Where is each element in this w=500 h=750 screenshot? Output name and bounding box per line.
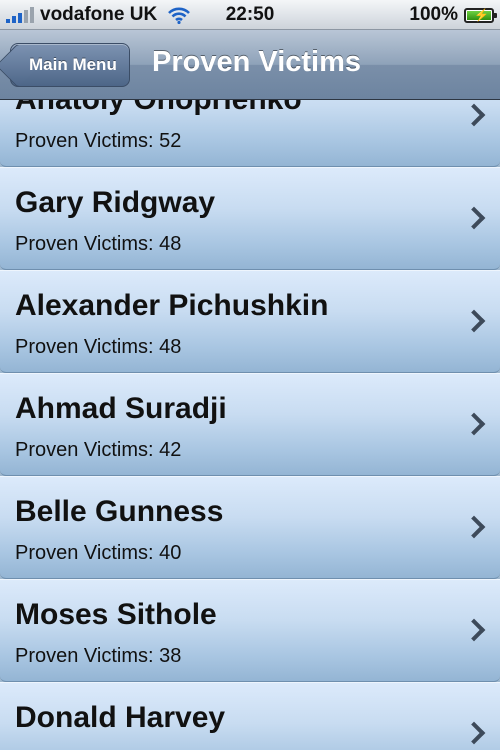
list-item-detail: Proven Victims: 48 bbox=[15, 233, 182, 255]
list-item-detail: Proven Victims: 38 bbox=[15, 645, 182, 667]
navigation-bar: Main Menu Proven Victims bbox=[0, 30, 500, 100]
list-item-name: Gary Ridgway bbox=[15, 186, 216, 219]
chevron-right-icon bbox=[462, 618, 486, 642]
list-item[interactable]: Anatoly Onoprienko Proven Victims: 52 bbox=[0, 100, 500, 167]
list-item-name: Anatoly Onoprienko bbox=[15, 100, 302, 117]
list-item[interactable]: Alexander Pichushkin Proven Victims: 48 bbox=[0, 270, 500, 373]
chevron-right-icon bbox=[462, 515, 486, 539]
chevron-right-icon bbox=[462, 412, 486, 436]
battery-charging-icon: ⚡ bbox=[464, 7, 497, 23]
chevron-right-icon bbox=[462, 721, 486, 745]
list-item[interactable]: Ahmad Suradji Proven Victims: 42 bbox=[0, 373, 500, 476]
chevron-right-icon bbox=[462, 206, 486, 230]
chevron-right-icon bbox=[462, 309, 486, 333]
list-item-detail: Proven Victims: 48 bbox=[15, 336, 182, 358]
list-item[interactable]: Gary Ridgway Proven Victims: 48 bbox=[0, 167, 500, 270]
list-item-name: Moses Sithole bbox=[15, 598, 217, 631]
status-bar: vodafone UK 22:50 100% ⚡ bbox=[0, 0, 500, 30]
list-item[interactable]: Donald Harvey bbox=[0, 682, 500, 750]
list-item-name: Ahmad Suradji bbox=[15, 392, 227, 425]
list-item-detail: Proven Victims: 40 bbox=[15, 542, 182, 564]
list-item-name: Donald Harvey bbox=[15, 701, 226, 734]
battery-percent: 100% bbox=[409, 4, 458, 25]
status-right: 100% ⚡ bbox=[409, 4, 497, 26]
back-button-label: Main Menu bbox=[29, 55, 117, 74]
list-item-name: Belle Gunness bbox=[15, 495, 224, 528]
list-item-name: Alexander Pichushkin bbox=[15, 289, 329, 322]
main-menu-back-button[interactable]: Main Menu bbox=[0, 43, 130, 88]
page-title: Proven Victims bbox=[152, 46, 362, 78]
list-item-detail: Proven Victims: 52 bbox=[15, 130, 182, 152]
chevron-right-icon bbox=[462, 103, 486, 127]
app-screen: vodafone UK 22:50 100% ⚡ Main Menu Prove… bbox=[0, 0, 500, 750]
list-content: Anatoly Onoprienko Proven Victims: 52 Ga… bbox=[0, 100, 500, 750]
list-item[interactable]: Moses Sithole Proven Victims: 38 bbox=[0, 579, 500, 682]
list-item-detail: Proven Victims: 42 bbox=[15, 439, 182, 461]
victims-list[interactable]: Anatoly Onoprienko Proven Victims: 52 Ga… bbox=[0, 100, 500, 750]
list-item[interactable]: Belle Gunness Proven Victims: 40 bbox=[0, 476, 500, 579]
